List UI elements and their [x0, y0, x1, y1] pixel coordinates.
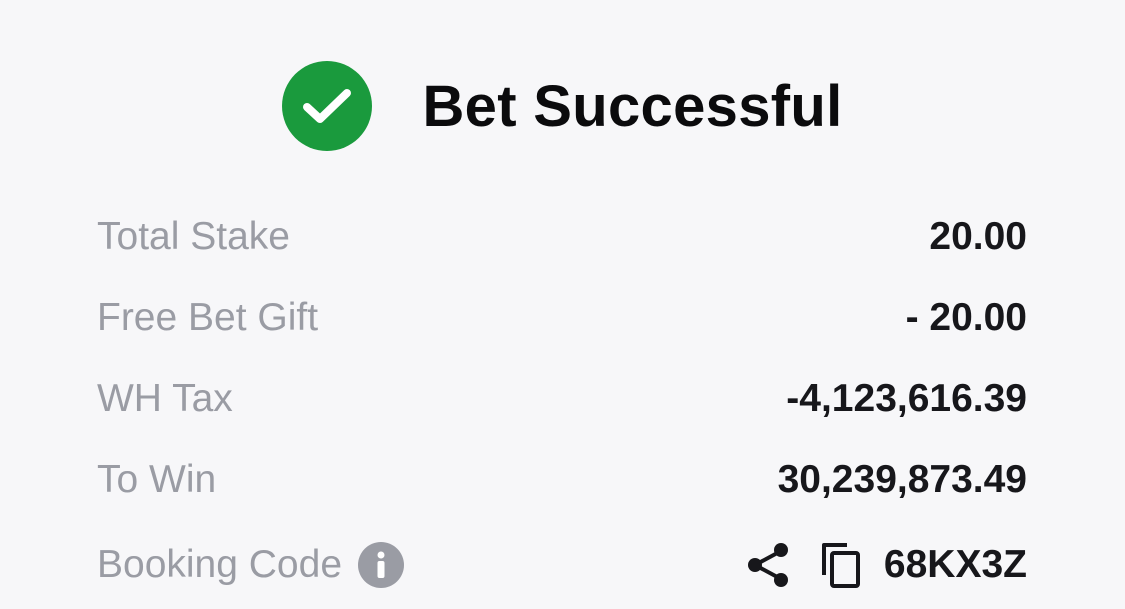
wh-tax-value: -4,123,616.39: [786, 377, 1027, 420]
booking-code-label: Booking Code: [97, 543, 343, 586]
to-win-value: 30,239,873.49: [777, 458, 1027, 501]
total-stake-value: 20.00: [929, 215, 1027, 258]
total-stake-label: Total Stake: [97, 215, 290, 258]
to-win-label: To Win: [97, 458, 217, 501]
booking-code-label-group: Booking Code: [97, 542, 405, 588]
booking-code-value[interactable]: 68KX3Z: [884, 543, 1027, 587]
booking-code-value-group: 68KX3Z: [746, 541, 1027, 589]
info-icon[interactable]: [358, 542, 405, 588]
free-bet-gift-label: Free Bet Gift: [97, 296, 319, 339]
total-stake-row: Total Stake 20.00: [97, 207, 1027, 267]
page-title: Bet Successful: [422, 73, 843, 139]
free-bet-gift-value: - 20.00: [905, 296, 1027, 339]
to-win-row: To Win 30,239,873.49: [97, 450, 1027, 510]
free-bet-gift-row: Free Bet Gift - 20.00: [97, 288, 1027, 348]
success-header: Bet Successful: [0, 58, 1125, 154]
check-circle-icon: [282, 61, 373, 151]
wh-tax-label: WH Tax: [97, 377, 233, 420]
booking-code-row: Booking Code 68KX3Z: [97, 535, 1027, 595]
copy-icon[interactable]: [820, 541, 862, 589]
wh-tax-row: WH Tax -4,123,616.39: [97, 369, 1027, 429]
share-icon[interactable]: [746, 542, 790, 588]
